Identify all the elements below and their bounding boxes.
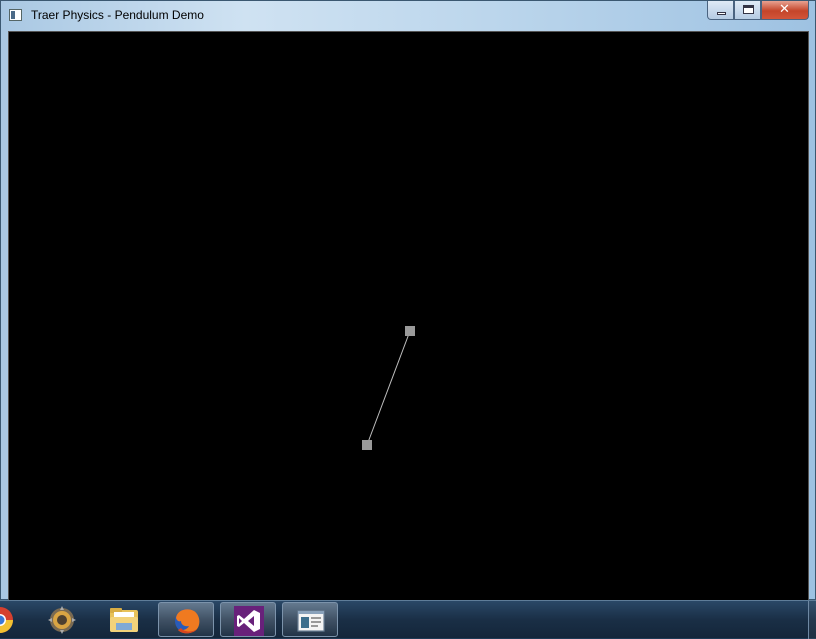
maximize-button[interactable] [734, 1, 761, 20]
gear-orb-icon [48, 606, 76, 634]
show-desktop-button[interactable] [808, 601, 816, 639]
app-icon[interactable] [9, 9, 22, 21]
close-button[interactable]: ✕ [761, 1, 809, 20]
taskbar-media-player[interactable] [34, 602, 90, 637]
folder-icon [110, 608, 138, 632]
window-title: Traer Physics - Pendulum Demo [31, 8, 204, 22]
window-app-icon [297, 610, 325, 632]
maximize-icon [743, 5, 754, 14]
title-bar[interactable]: Traer Physics - Pendulum Demo ✕ [1, 1, 816, 29]
anchor-particle[interactable] [405, 326, 415, 336]
pendulum-drawing [362, 326, 415, 450]
simulation-canvas[interactable] [8, 31, 809, 601]
minimize-icon [717, 12, 726, 15]
minimize-button[interactable] [707, 1, 734, 20]
close-icon: ✕ [779, 2, 790, 17]
taskbar-firefox[interactable] [158, 602, 214, 637]
firefox-icon [175, 609, 200, 634]
chrome-icon [0, 607, 14, 633]
taskbar-visual-studio[interactable] [220, 602, 276, 637]
taskbar [0, 600, 816, 639]
taskbar-chrome[interactable] [0, 602, 28, 637]
app-window: Traer Physics - Pendulum Demo ✕ [0, 0, 816, 601]
taskbar-file-explorer[interactable] [96, 602, 152, 637]
visual-studio-icon [234, 606, 264, 636]
taskbar-pendulum-demo[interactable] [282, 602, 338, 637]
pendulum-spring [366, 330, 411, 446]
bob-particle[interactable] [362, 440, 372, 450]
